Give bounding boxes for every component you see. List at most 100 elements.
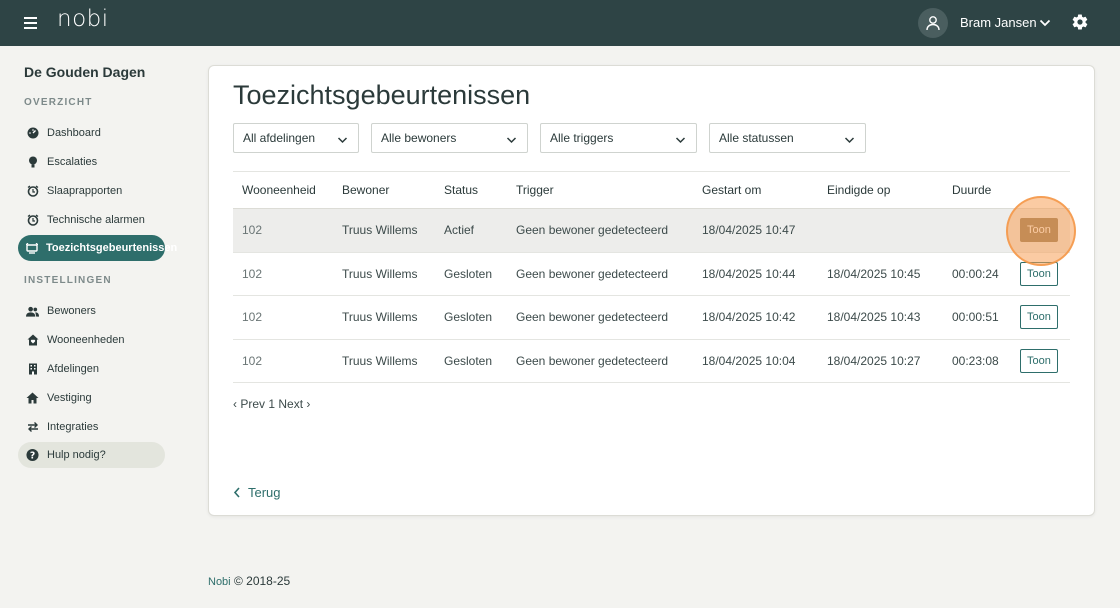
chevron-down-icon (506, 134, 517, 148)
monitor-icon (26, 242, 38, 255)
cell-resident: Truus Willems (333, 252, 435, 296)
next-page-link[interactable]: Next › (278, 397, 310, 411)
cell-started: 18/04/2025 10:44 (693, 252, 818, 296)
user-name[interactable]: Bram Jansen (960, 15, 1037, 30)
cell-ended: 18/04/2025 10:43 (818, 295, 943, 340)
chevron-down-icon (844, 134, 855, 148)
cell-action: Toon (1011, 339, 1070, 383)
cell-unit: 102 (233, 208, 333, 253)
table-header-row: Wooneenheid Bewoner Status Trigger Gesta… (233, 171, 1070, 209)
cell-duration: 00:00:51 (943, 295, 1011, 340)
department-filter-select[interactable]: All afdelingen (233, 123, 359, 153)
column-header-status[interactable]: Status (435, 171, 507, 209)
column-header-unit[interactable]: Wooneenheid (233, 171, 333, 209)
statuses-filter-value: Alle statussen (719, 131, 794, 145)
statuses-filter-select[interactable]: Alle statussen (709, 123, 866, 153)
sidebar-item-label: Dashboard (47, 127, 101, 139)
cell-trigger: Geen bewoner gedetecteerd (507, 252, 693, 296)
sidebar-item-technische-alarmen[interactable]: Technische alarmen (18, 207, 165, 233)
page-title: Toezichtsgebeurtenissen (233, 80, 531, 110)
main-card: Toezichtsgebeurtenissen All afdelingen A… (208, 65, 1095, 516)
home-heart-icon (26, 334, 39, 347)
residents-filter-value: Alle bewoners (381, 131, 457, 145)
show-event-button[interactable]: Toon (1020, 261, 1058, 286)
table-row: 102 Truus Willems Gesloten Geen bewoner … (233, 295, 1070, 340)
house-icon (26, 392, 39, 405)
cell-ended: 18/04/2025 10:45 (818, 252, 943, 296)
sidebar-item-label: Bewoners (47, 305, 96, 317)
section-label-settings: INSTELLINGEN (24, 275, 112, 286)
current-page[interactable]: 1 (268, 397, 275, 411)
sidebar-item-escalaties[interactable]: Escalaties (18, 149, 165, 175)
chevron-down-icon[interactable] (1039, 16, 1051, 34)
sidebar-item-afdelingen[interactable]: Afdelingen (18, 356, 165, 382)
prev-page-link[interactable]: ‹ Prev (233, 397, 265, 411)
sidebar-item-toezichtsgebeurtenissen[interactable]: Toezichtsgebeurtenissen (18, 235, 177, 261)
table-row: 102 Truus Willems Gesloten Geen bewoner … (233, 252, 1070, 296)
gear-icon[interactable] (1071, 13, 1089, 31)
cell-duration (943, 208, 1011, 253)
app-logo[interactable]: nobi (57, 6, 109, 32)
sidebar-item-integraties[interactable]: Integraties (18, 414, 165, 440)
cell-status: Gesloten (435, 339, 507, 383)
show-event-button[interactable]: Toon (1020, 218, 1058, 243)
footer-brand[interactable]: Nobi (208, 576, 231, 588)
events-table: Wooneenheid Bewoner Status Trigger Gesta… (233, 171, 1070, 383)
sidebar-item-label: Vestiging (47, 392, 92, 404)
sidebar-item-label: Integraties (47, 421, 99, 433)
back-link[interactable]: Terug (233, 485, 281, 500)
sidebar-item-help[interactable]: ? Hulp nodig? (18, 442, 165, 468)
cell-duration: 00:23:08 (943, 339, 1011, 383)
footer: Nobi © 2018-25 (208, 574, 290, 588)
cell-trigger: Geen bewoner gedetecteerd (507, 208, 693, 253)
hamburger-menu-icon[interactable] (24, 14, 40, 32)
alarm-clock-icon (26, 185, 39, 198)
section-label-overview: OVERZICHT (24, 97, 93, 108)
svg-text:?: ? (30, 450, 35, 461)
cell-resident: Truus Willems (333, 295, 435, 340)
top-bar: nobi Bram Jansen (0, 0, 1120, 46)
sidebar-item-label: Escalaties (47, 156, 98, 168)
sidebar-item-label: Wooneenheden (47, 334, 125, 346)
cell-resident: Truus Willems (333, 339, 435, 383)
show-event-button[interactable]: Toon (1020, 348, 1058, 373)
user-avatar-icon[interactable] (918, 8, 948, 38)
cell-status: Gesloten (435, 295, 507, 340)
swap-arrows-icon (26, 421, 39, 434)
chevron-down-icon (675, 134, 686, 148)
cell-unit: 102 (233, 295, 333, 340)
chevron-left-icon (233, 487, 241, 498)
triggers-filter-select[interactable]: Alle triggers (540, 123, 697, 153)
organization-name: De Gouden Dagen (24, 64, 146, 80)
cell-ended: 18/04/2025 10:27 (818, 339, 943, 383)
sidebar-item-label: Afdelingen (47, 363, 99, 375)
cell-trigger: Geen bewoner gedetecteerd (507, 339, 693, 383)
column-header-trigger[interactable]: Trigger (507, 171, 693, 209)
column-header-duration[interactable]: Duurde (943, 171, 1011, 209)
sidebar-item-label: Technische alarmen (47, 214, 145, 226)
column-header-ended[interactable]: Eindigde op (818, 171, 943, 209)
sidebar-item-wooneenheden[interactable]: Wooneenheden (18, 327, 165, 353)
cell-status: Actief (435, 208, 507, 253)
building-icon (26, 363, 39, 376)
table-row: 102 Truus Willems Gesloten Geen bewoner … (233, 339, 1070, 383)
residents-filter-select[interactable]: Alle bewoners (371, 123, 528, 153)
alarm-clock-icon (26, 214, 39, 227)
column-header-started[interactable]: Gestart om (693, 171, 818, 209)
sidebar-item-bewoners[interactable]: Bewoners (18, 298, 165, 324)
lightbulb-icon (26, 156, 39, 169)
sidebar-item-vestiging[interactable]: Vestiging (18, 385, 165, 411)
cell-started: 18/04/2025 10:42 (693, 295, 818, 340)
cell-action: Toon (1011, 295, 1070, 340)
sidebar-item-dashboard[interactable]: Dashboard (18, 120, 165, 146)
sidebar-item-slaaprapporten[interactable]: Slaaprapporten (18, 178, 165, 204)
cell-ended (818, 208, 943, 253)
back-link-label: Terug (248, 485, 281, 500)
cell-action: Toon (1011, 252, 1070, 296)
show-event-button[interactable]: Toon (1020, 305, 1058, 330)
column-header-resident[interactable]: Bewoner (333, 171, 435, 209)
triggers-filter-value: Alle triggers (550, 131, 614, 145)
footer-copyright: © 2018-25 (233, 574, 291, 588)
sidebar: De Gouden Dagen OVERZICHT Dashboard Esca… (0, 46, 190, 608)
cell-started: 18/04/2025 10:47 (693, 208, 818, 253)
